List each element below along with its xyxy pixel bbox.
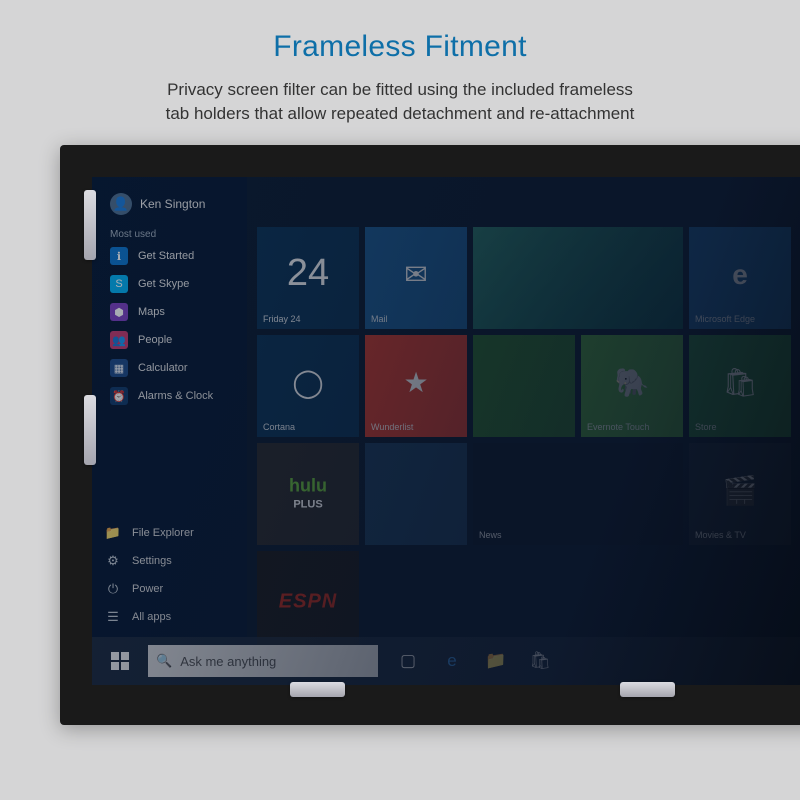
cortana-icon: ◯: [292, 366, 323, 399]
tile-news[interactable]: News: [473, 443, 683, 545]
sidebar-item-calculator[interactable]: ▦ Calculator: [92, 354, 247, 382]
tile-edge[interactable]: e Microsoft Edge: [689, 227, 791, 329]
sidebar-item-all-apps[interactable]: ☰ All apps: [92, 603, 247, 631]
tile-store[interactable]: 🛍 Store: [689, 335, 791, 437]
sidebar-item-label: Power: [132, 583, 163, 595]
screen: 👤 Ken Sington Most used ℹ Get Started S …: [92, 177, 800, 685]
edge-icon: e: [732, 259, 748, 291]
tile-calendar[interactable]: Friday 24 24: [257, 227, 359, 329]
tile-store-tall[interactable]: [473, 335, 575, 437]
tab-clip: [290, 682, 345, 697]
tab-clip: [84, 190, 96, 260]
tile-wunderlist[interactable]: ★ Wunderlist: [365, 335, 467, 437]
store-icon: 🛍: [722, 366, 758, 399]
tile-label: News: [479, 530, 502, 540]
sidebar-item-label: Settings: [132, 555, 172, 567]
avatar-icon: 👤: [110, 193, 132, 215]
sidebar-item-label: All apps: [132, 611, 171, 623]
sidebar-item-get-started[interactable]: ℹ Get Started: [92, 242, 247, 270]
skype-icon: S: [110, 275, 128, 293]
tile-label: Evernote Touch: [587, 422, 649, 432]
sidebar-item-label: Maps: [138, 306, 165, 318]
sidebar-item-power[interactable]: ⏻ Power: [92, 575, 247, 603]
sidebar-item-skype[interactable]: S Get Skype: [92, 270, 247, 298]
user-name: Ken Sington: [140, 197, 205, 211]
folder-icon: 📁: [104, 524, 122, 542]
tile-label: Movies & TV: [695, 530, 746, 540]
sidebar-item-maps[interactable]: ⬢ Maps: [92, 298, 247, 326]
monitor: 👤 Ken Sington Most used ℹ Get Started S …: [60, 145, 800, 725]
sidebar-item-label: File Explorer: [132, 527, 194, 539]
sidebar-item-label: Alarms & Clock: [138, 390, 213, 402]
windows-icon: [111, 652, 129, 670]
tile-label: Cortana: [263, 422, 295, 432]
tab-clip: [84, 395, 96, 465]
task-view-button[interactable]: ▢: [388, 637, 428, 685]
sidebar-item-alarms[interactable]: ⏰ Alarms & Clock: [92, 382, 247, 410]
tile-movies[interactable]: 🎬 Movies & TV: [689, 443, 791, 545]
evernote-icon: 🐘: [615, 366, 650, 399]
search-icon: 🔍: [156, 653, 172, 669]
tile-label: Mail: [371, 314, 388, 324]
section-label: Most used: [92, 225, 247, 242]
sidebar-bottom: 📁 File Explorer ⚙ Settings ⏻ Power ☰ All…: [92, 519, 247, 637]
tile-photos[interactable]: [473, 227, 683, 329]
tile-mail[interactable]: ✉ Mail: [365, 227, 467, 329]
start-button[interactable]: [98, 637, 142, 685]
calendar-icon: 24: [287, 252, 329, 295]
user-row[interactable]: 👤 Ken Sington: [92, 187, 247, 225]
tile-hulu[interactable]: huluPLUS: [257, 443, 359, 545]
film-icon: 🎬: [723, 474, 758, 507]
tile-label: Store: [695, 422, 717, 432]
sidebar-item-label: People: [138, 334, 172, 346]
people-icon: 👥: [110, 331, 128, 349]
page-title: Frameless Fitment: [0, 30, 800, 64]
taskbar-edge-icon[interactable]: e: [432, 637, 472, 685]
hulu-logo: huluPLUS: [289, 477, 327, 510]
tile-label: Friday 24: [263, 314, 301, 324]
start-sidebar: 👤 Ken Sington Most used ℹ Get Started S …: [92, 177, 247, 637]
search-input[interactable]: 🔍 Ask me anything: [148, 645, 378, 677]
menu-icon: ☰: [104, 608, 122, 626]
star-icon: ★: [403, 366, 428, 399]
subtitle-line: Privacy screen filter can be fitted usin…: [167, 80, 633, 99]
taskbar-store-icon[interactable]: 🛍: [520, 637, 560, 685]
calculator-icon: ▦: [110, 359, 128, 377]
sidebar-item-people[interactable]: 👥 People: [92, 326, 247, 354]
page-subtitle: Privacy screen filter can be fitted usin…: [0, 78, 800, 126]
clock-icon: ⏰: [110, 387, 128, 405]
monitor-bezel: 👤 Ken Sington Most used ℹ Get Started S …: [60, 145, 800, 725]
sidebar-item-label: Get Skype: [138, 278, 189, 290]
tile-label: Wunderlist: [371, 422, 413, 432]
power-icon: ⏻: [104, 580, 122, 598]
espn-logo: ESPN: [279, 591, 337, 614]
sidebar-item-label: Calculator: [138, 362, 188, 374]
gear-icon: ⚙: [104, 552, 122, 570]
tab-clip: [620, 682, 675, 697]
sidebar-item-settings[interactable]: ⚙ Settings: [92, 547, 247, 575]
tile-label: Microsoft Edge: [695, 314, 755, 324]
taskbar-icons: ▢ e 📁 🛍: [388, 637, 560, 685]
tile-evernote[interactable]: 🐘 Evernote Touch: [581, 335, 683, 437]
tile-extra[interactable]: [365, 443, 467, 545]
tile-cortana[interactable]: ◯ Cortana: [257, 335, 359, 437]
search-placeholder: Ask me anything: [180, 654, 276, 669]
info-icon: ℹ: [110, 247, 128, 265]
sidebar-item-label: Get Started: [138, 250, 194, 262]
taskbar: 🔍 Ask me anything ▢ e 📁 🛍: [92, 637, 800, 685]
subtitle-line: tab holders that allow repeated detachme…: [166, 104, 635, 123]
sidebar-item-file-explorer[interactable]: 📁 File Explorer: [92, 519, 247, 547]
map-icon: ⬢: [110, 303, 128, 321]
mail-icon: ✉: [404, 258, 427, 291]
tile-grid: Friday 24 24 ✉ Mail e Microsoft Edge ◯ C…: [257, 227, 800, 637]
taskbar-folder-icon[interactable]: 📁: [476, 637, 516, 685]
